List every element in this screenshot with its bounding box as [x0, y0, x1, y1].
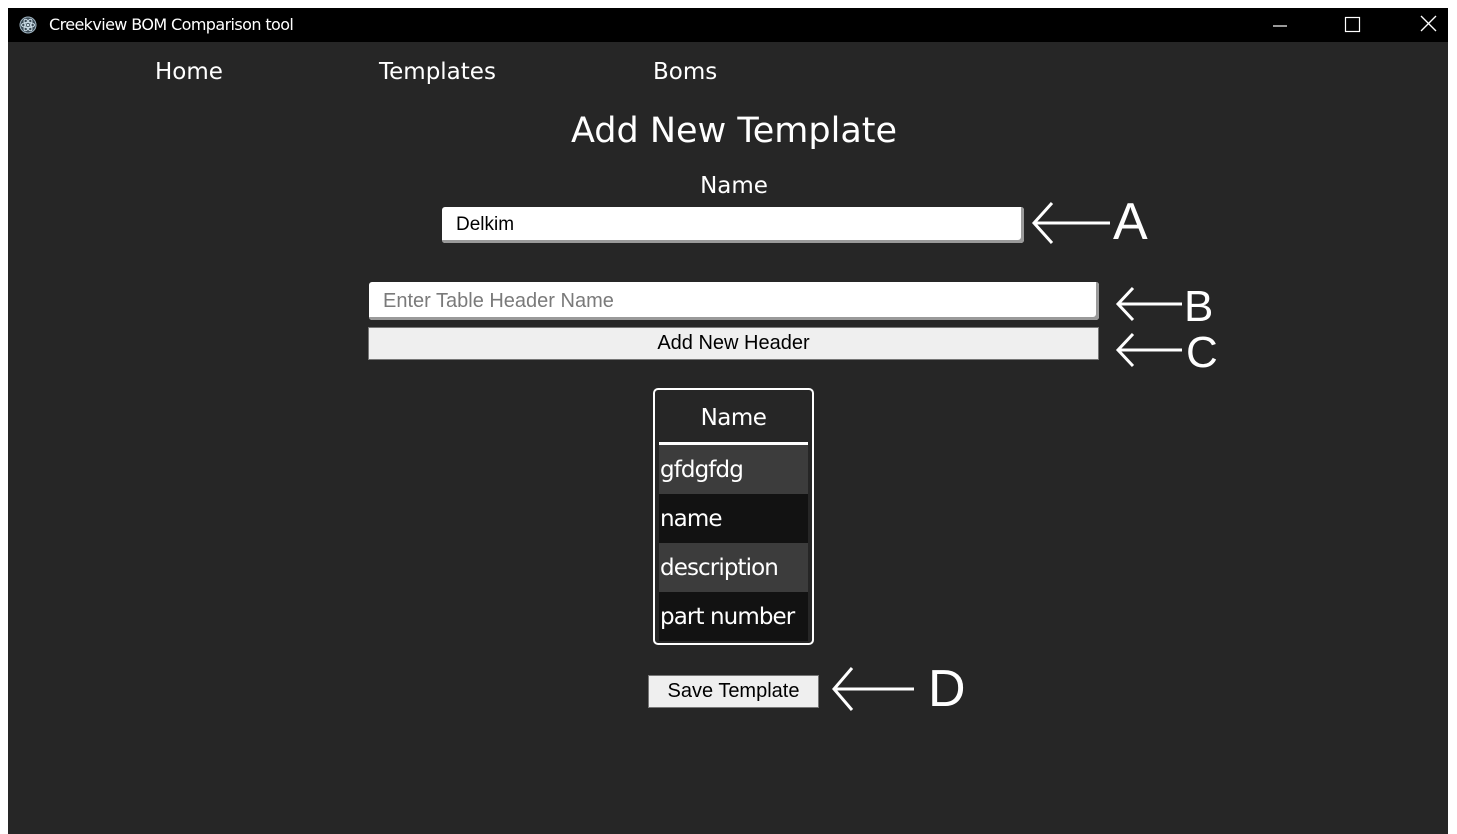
window-title: Creekview BOM Comparison tool — [49, 15, 294, 34]
page-title: Add New Template — [570, 111, 898, 151]
close-icon — [1420, 15, 1437, 32]
annotation-c: C — [1112, 328, 1262, 388]
table-row: description — [659, 543, 808, 592]
nav-link-boms[interactable]: Boms — [653, 58, 717, 86]
table-cell: gfdgfdg — [659, 443, 808, 494]
annotation-letter: D — [928, 660, 966, 718]
save-template-button[interactable]: Save Template — [648, 675, 819, 708]
left-arrow-icon — [1031, 201, 1110, 245]
table-cell: part number — [659, 592, 808, 641]
app-window: Creekview BOM Comparison tool Home Templ… — [8, 8, 1448, 834]
nav-link-templates[interactable]: Templates — [379, 58, 496, 86]
annotation-d: D — [828, 659, 978, 719]
left-arrow-icon — [832, 667, 914, 711]
minimize-icon — [1273, 25, 1287, 27]
title-bar[interactable]: Creekview BOM Comparison tool — [8, 8, 1448, 42]
table-row: name — [659, 494, 808, 543]
left-arrow-icon — [1115, 332, 1182, 368]
name-label: Name — [700, 173, 768, 199]
headers-table: Name gfdgfdg name description part numbe… — [659, 394, 808, 641]
annotation-letter: B — [1184, 282, 1214, 331]
header-name-input[interactable] — [369, 282, 1099, 320]
app-icon — [19, 16, 37, 34]
left-arrow-icon — [1115, 286, 1182, 322]
table-cell: name — [659, 494, 808, 543]
annotation-letter: C — [1186, 328, 1218, 377]
maximize-button[interactable] — [1328, 8, 1374, 42]
add-header-button[interactable]: Add New Header — [368, 327, 1099, 360]
table-cell: description — [659, 543, 808, 592]
table-row: gfdgfdg — [659, 443, 808, 494]
maximize-icon — [1344, 16, 1361, 33]
table-row: part number — [659, 592, 808, 641]
headers-table-container: Name gfdgfdg name description part numbe… — [653, 388, 814, 645]
close-button[interactable] — [1400, 8, 1446, 42]
annotation-a: A — [1028, 190, 1178, 251]
annotation-letter: A — [1113, 193, 1148, 251]
table-header-name: Name — [659, 394, 808, 445]
template-name-input[interactable] — [442, 207, 1024, 243]
nav-link-home[interactable]: Home — [155, 58, 223, 86]
minimize-button[interactable] — [1262, 8, 1308, 42]
